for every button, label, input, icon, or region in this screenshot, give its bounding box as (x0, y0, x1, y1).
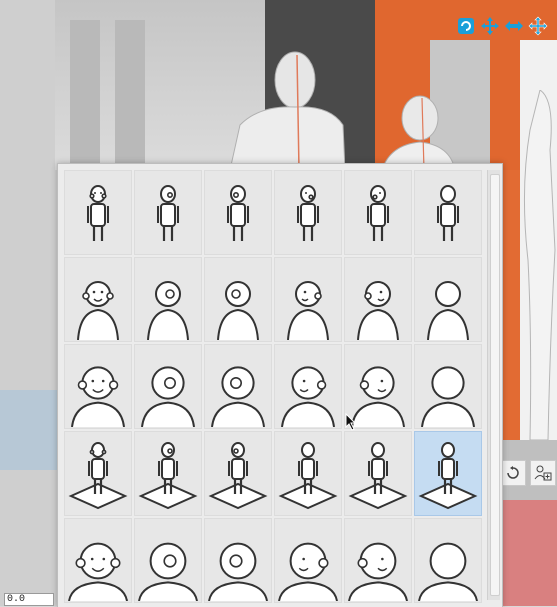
figure-icon (138, 441, 198, 509)
figure-icon (68, 542, 128, 601)
figure-icon (437, 184, 459, 241)
pose-preset-head-shoulders-large-left-profile[interactable] (204, 344, 272, 429)
figure-icon (297, 184, 319, 241)
pose-preset-full-body-standing-three-quarter-left[interactable] (274, 170, 342, 255)
reset-pose-button[interactable] (500, 460, 526, 486)
pose-preset-full-body-on-floor-three-quarter-left[interactable] (274, 431, 342, 516)
camera-pan-icon[interactable] (479, 15, 501, 37)
window-frame (115, 20, 145, 170)
camera-rotate-icon[interactable] (455, 15, 477, 37)
figure-icon (278, 441, 338, 509)
pose-preset-full-body-standing-right-profile[interactable] (134, 170, 202, 255)
pose-preset-panel (57, 163, 503, 607)
camera-toolbar (455, 15, 549, 37)
pose-preset-full-body-on-floor-right-profile[interactable] (134, 431, 202, 516)
pose-preset-full-body-standing-front[interactable] (64, 170, 132, 255)
rotate-reset-icon (507, 466, 519, 479)
value-readout[interactable]: 0.0 (4, 593, 54, 606)
figure-icon (71, 365, 125, 427)
figure-icon (418, 441, 478, 509)
scroll-thumb[interactable] (490, 174, 500, 596)
figure-icon (427, 280, 469, 340)
pose-preset-head-shoulders-closeup-right-profile[interactable] (134, 518, 202, 603)
pose-preset-head-shoulders-large-right-profile[interactable] (134, 344, 202, 429)
figure-icon (217, 280, 259, 340)
figure-icon (227, 184, 249, 241)
mouse-cursor-icon (345, 413, 357, 431)
figure-icon (348, 542, 408, 601)
pose-preset-head-shoulders-large-three-quarter-left[interactable] (274, 344, 342, 429)
pose-preset-head-shoulders-closeup-front[interactable] (64, 518, 132, 603)
pose-preset-full-body-on-floor-front[interactable] (64, 431, 132, 516)
figure-icon (281, 365, 335, 427)
camera-move-icon[interactable] (503, 15, 525, 37)
figure-icon (278, 542, 338, 601)
pose-preset-full-body-on-floor-back[interactable] (414, 431, 482, 516)
panel-scrollbar[interactable] (487, 170, 500, 600)
pose-preset-head-shoulders-small-three-quarter-left[interactable] (274, 257, 342, 342)
pose-preset-full-body-on-floor-left-profile[interactable] (204, 431, 272, 516)
pose-preset-head-shoulders-small-right-profile[interactable] (134, 257, 202, 342)
pose-preset-head-shoulders-closeup-left-profile[interactable] (204, 518, 272, 603)
figure-icon (87, 184, 109, 241)
add-character-button[interactable] (530, 460, 556, 486)
pose-preset-full-body-on-floor-three-quarter-right[interactable] (344, 431, 412, 516)
figure-icon (68, 441, 128, 509)
figure-icon (157, 184, 179, 241)
mannequin-standing (523, 90, 556, 440)
pose-preset-head-shoulders-large-front[interactable] (64, 344, 132, 429)
pose-preset-full-body-standing-three-quarter-right[interactable] (344, 170, 412, 255)
pose-preset-head-shoulders-large-back[interactable] (414, 344, 482, 429)
add-person-icon (534, 465, 552, 481)
object-red (500, 500, 557, 606)
window-frame (70, 20, 100, 170)
figure-icon (147, 280, 189, 340)
figure-icon (77, 280, 119, 340)
figure-icon (141, 365, 195, 427)
figure-icon (287, 280, 329, 340)
figure-icon (208, 542, 268, 601)
figure-icon (418, 542, 478, 601)
mannequin-figure (229, 51, 345, 170)
mannequin-figure-small (381, 95, 455, 170)
figure-icon (357, 280, 399, 340)
pose-preset-head-shoulders-small-three-quarter-right[interactable] (344, 257, 412, 342)
pose-preset-head-shoulders-closeup-back[interactable] (414, 518, 482, 603)
camera-zoom-icon[interactable] (527, 15, 549, 37)
pose-preset-head-shoulders-closeup-three-quarter-right[interactable] (344, 518, 412, 603)
pose-grid (64, 170, 484, 603)
pose-preset-head-shoulders-small-left-profile[interactable] (204, 257, 272, 342)
pose-preset-head-shoulders-small-front[interactable] (64, 257, 132, 342)
figure-icon (138, 542, 198, 601)
pose-preset-full-body-standing-left-profile[interactable] (204, 170, 272, 255)
figure-icon (421, 365, 475, 427)
figure-icon (348, 441, 408, 509)
pose-preset-head-shoulders-small-back[interactable] (414, 257, 482, 342)
figure-icon (211, 365, 265, 427)
floor-blue (0, 390, 57, 470)
pose-preset-full-body-standing-back[interactable] (414, 170, 482, 255)
figure-icon (208, 441, 268, 509)
pose-preset-head-shoulders-closeup-three-quarter-left[interactable] (274, 518, 342, 603)
figure-icon (367, 184, 389, 241)
